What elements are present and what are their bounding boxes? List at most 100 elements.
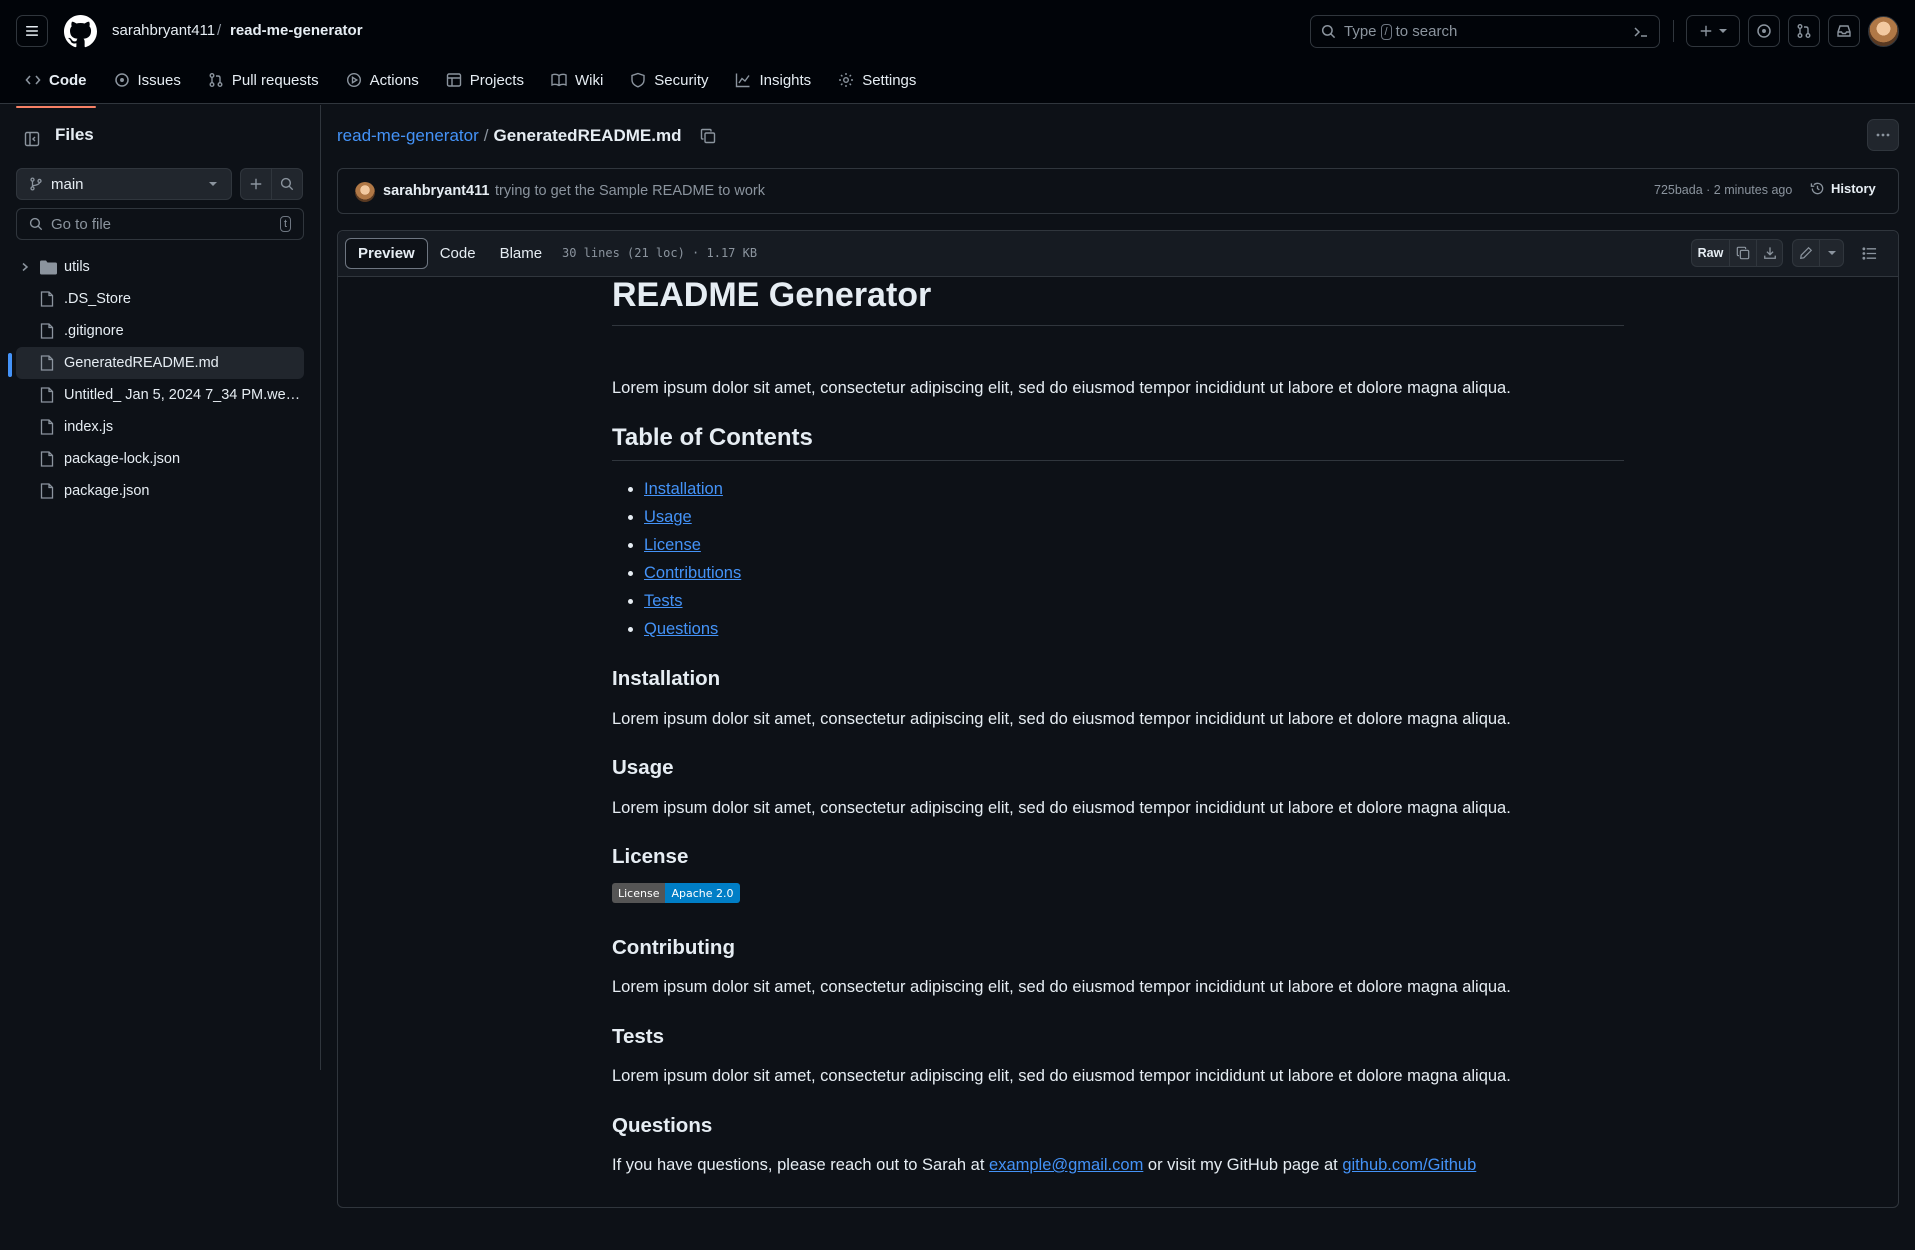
questions-text: If you have questions, please reach out … <box>612 1156 1476 1175</box>
collapse-sidebar-button[interactable] <box>16 123 48 155</box>
caret-down-icon <box>1719 29 1727 33</box>
tree-item-gitignore[interactable]: .gitignore <box>16 315 304 347</box>
book-icon <box>551 73 567 87</box>
tab-issues[interactable]: Issues <box>103 66 192 94</box>
history-button[interactable]: History <box>1810 181 1876 196</box>
tree-item-ds-store[interactable]: .DS_Store <box>16 283 304 315</box>
badge-value: Apache 2.0 <box>665 883 740 903</box>
tree-item-utils[interactable]: utils <box>16 251 304 283</box>
toc-link-license[interactable]: License <box>644 536 701 554</box>
graph-icon <box>736 73 751 88</box>
toc-link-contributions[interactable]: Contributions <box>644 564 741 582</box>
file-breadcrumb: read-me-generator / GeneratedREADME.md <box>337 126 716 146</box>
github-logo-icon[interactable] <box>64 15 97 48</box>
tab-wiki[interactable]: Wiki <box>540 66 614 94</box>
commit-message[interactable]: trying to get the Sample README to work <box>495 183 765 199</box>
tree-item-label: GeneratedREADME.md <box>64 355 219 371</box>
tab-code[interactable]: Code <box>14 66 98 108</box>
tab-code-view[interactable]: Code <box>428 238 488 269</box>
license-badge[interactable]: License Apache 2.0 <box>612 883 740 903</box>
installation-text: Lorem ipsum dolor sit amet, consectetur … <box>612 710 1511 728</box>
commit-author-avatar[interactable] <box>355 182 375 202</box>
commit-author[interactable]: sarahbryant411 <box>383 183 489 199</box>
tree-item-package-lock[interactable]: package-lock.json <box>16 443 304 475</box>
tab-label: Security <box>654 71 709 89</box>
edit-file-button[interactable] <box>1792 239 1819 267</box>
tab-insights[interactable]: Insights <box>724 66 822 94</box>
branch-selector[interactable]: main <box>16 168 232 200</box>
tree-item-label: Untitled_ Jan 5, 2024 7_34 PM.webm <box>64 387 304 403</box>
toc-link-questions[interactable]: Questions <box>644 620 718 638</box>
outline-button[interactable] <box>1854 239 1884 267</box>
edit-options-button[interactable] <box>1819 239 1844 267</box>
file-icon <box>40 355 54 371</box>
sidebar-collapse-icon <box>24 131 40 147</box>
tab-projects[interactable]: Projects <box>435 66 535 94</box>
tab-label: Issues <box>137 71 181 89</box>
menu-button[interactable] <box>16 15 48 47</box>
tree-item-package-json[interactable]: package.json <box>16 475 304 507</box>
header-divider <box>1673 20 1674 42</box>
inbox-button[interactable] <box>1828 15 1860 47</box>
search-files-button[interactable] <box>271 168 303 200</box>
command-palette-icon[interactable] <box>1633 24 1649 40</box>
issues-button[interactable] <box>1748 15 1780 47</box>
avatar[interactable] <box>1868 16 1899 47</box>
download-raw-button[interactable] <box>1756 239 1783 267</box>
tab-actions[interactable]: Actions <box>335 66 430 94</box>
tab-settings[interactable]: Settings <box>827 66 927 94</box>
tab-label: Actions <box>369 71 419 89</box>
tab-security[interactable]: Security <box>619 66 719 94</box>
code-icon <box>25 75 41 85</box>
repo-link[interactable]: read-me-generator <box>230 22 363 39</box>
file-icon <box>40 291 54 307</box>
search-icon <box>1321 24 1336 39</box>
search-input[interactable]: Type / to search <box>1310 15 1660 48</box>
file-toolbar: Preview Code Blame 30 lines (21 loc) · 1… <box>338 231 1898 277</box>
tree-item-index-js[interactable]: index.js <box>16 411 304 443</box>
file-icon <box>40 323 54 339</box>
tab-preview[interactable]: Preview <box>345 238 428 269</box>
chevron-right-icon <box>22 262 29 272</box>
plus-icon <box>1700 25 1712 37</box>
toc-item: Tests <box>644 589 741 617</box>
owner-link[interactable]: sarahbryant411 <box>112 22 215 39</box>
toc-link-usage[interactable]: Usage <box>644 508 692 526</box>
toc-link-installation[interactable]: Installation <box>644 480 723 498</box>
gear-icon <box>839 73 854 87</box>
add-file-button[interactable] <box>240 168 272 200</box>
tab-blame[interactable]: Blame <box>488 238 555 269</box>
toc-item: Usage <box>644 505 741 533</box>
go-to-file-placeholder: Go to file <box>51 215 112 233</box>
view-switcher: Preview Code Blame <box>345 238 554 269</box>
pencil-icon <box>1800 246 1813 259</box>
play-icon <box>346 72 361 88</box>
readme-title: README Generator <box>612 276 1624 326</box>
copy-path-icon[interactable] <box>700 128 716 144</box>
issue-opened-icon <box>114 73 129 87</box>
tree-item-untitled-webm[interactable]: Untitled_ Jan 5, 2024 7_34 PM.webm <box>16 379 304 411</box>
questions-heading: Questions <box>612 1114 713 1137</box>
go-to-file-input[interactable]: Go to file t <box>16 208 304 240</box>
tree-item-label: package.json <box>64 483 150 499</box>
usage-heading: Usage <box>612 756 674 779</box>
github-link[interactable]: github.com/Github <box>1342 1156 1476 1174</box>
breadcrumb-repo-link[interactable]: read-me-generator <box>337 126 479 146</box>
tab-pull-requests[interactable]: Pull requests <box>197 66 330 94</box>
more-options-button[interactable] <box>1867 119 1899 151</box>
copy-raw-button[interactable] <box>1729 239 1756 267</box>
pull-requests-button[interactable] <box>1788 15 1820 47</box>
raw-button[interactable]: Raw <box>1691 239 1729 267</box>
toc-link-tests[interactable]: Tests <box>644 592 683 610</box>
create-new-button[interactable] <box>1686 15 1740 47</box>
email-link[interactable]: example@gmail.com <box>989 1156 1143 1174</box>
toc-item: Installation <box>644 477 741 505</box>
tab-label: Settings <box>862 71 917 89</box>
tree-item-label: .DS_Store <box>64 291 131 307</box>
list-unordered-icon <box>1861 246 1876 260</box>
tree-item-generated-readme[interactable]: GeneratedREADME.md <box>16 347 304 379</box>
commit-hash-time[interactable]: 725bada · 2 minutes ago <box>1654 183 1792 197</box>
tab-label: Insights <box>759 71 812 89</box>
tab-label: Pull requests <box>231 71 319 89</box>
inbox-icon <box>1837 25 1851 37</box>
